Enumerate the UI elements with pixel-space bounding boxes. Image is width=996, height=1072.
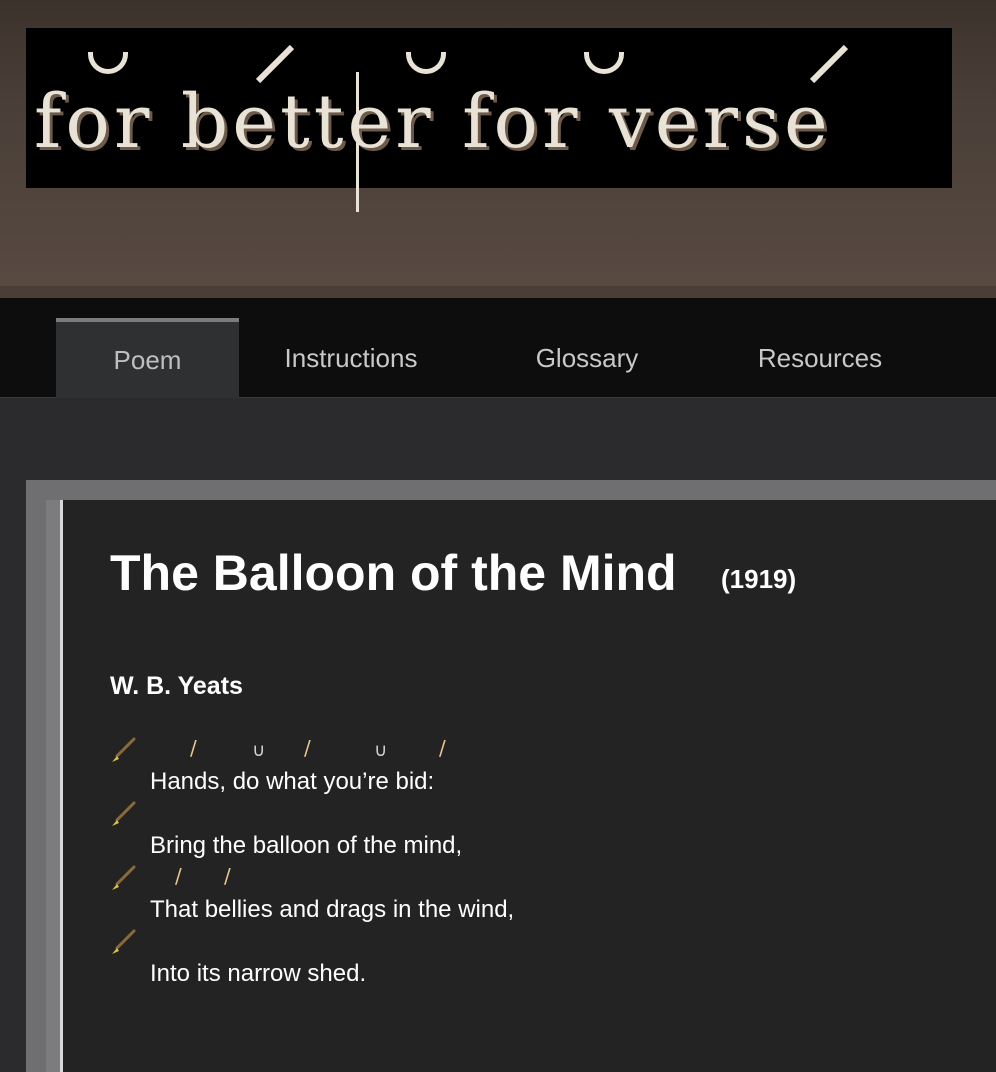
logo-breve-mark <box>88 52 128 74</box>
logo-caesura-mark <box>356 72 359 212</box>
stress-mark[interactable]: / <box>439 738 446 758</box>
logo-stress-mark <box>255 44 295 84</box>
stress-mark[interactable]: / <box>175 866 182 886</box>
logo-breve-mark <box>406 52 446 74</box>
stress-mark[interactable]: / <box>224 866 231 886</box>
stress-mark[interactable]: / <box>190 738 197 758</box>
poem-line[interactable]: Bring the balloon of the mind, <box>150 834 462 858</box>
poem-author: W. B. Yeats <box>110 672 243 700</box>
pen-icon[interactable] <box>108 736 138 766</box>
tab-resources[interactable]: Resources <box>730 318 910 398</box>
poem-title: The Balloon of the Mind <box>110 545 677 601</box>
tab-poem[interactable]: Poem <box>56 318 239 398</box>
unstressed-mark[interactable]: ∪ <box>374 742 387 760</box>
poem-line[interactable]: That bellies and drags in the wind, <box>150 898 514 922</box>
tab-instructions[interactable]: Instructions <box>256 318 446 398</box>
main-nav: Poem Instructions Glossary Resources <box>0 298 996 398</box>
pen-icon[interactable] <box>108 864 138 894</box>
site-header: for better for verse <box>0 0 996 298</box>
site-logo[interactable]: for better for verse <box>26 28 952 212</box>
pen-icon[interactable] <box>108 800 138 830</box>
tab-glossary[interactable]: Glossary <box>500 318 674 398</box>
poem-line[interactable]: Into its narrow shed. <box>150 962 366 986</box>
poem-year: (1919) <box>721 564 797 594</box>
logo-breve-mark <box>584 52 624 74</box>
logo-stress-mark <box>809 44 849 84</box>
unstressed-mark[interactable]: ∪ <box>252 742 265 760</box>
poem-line[interactable]: Hands, do what you’re bid: <box>150 770 434 794</box>
stress-mark[interactable]: / <box>304 738 311 758</box>
logo-text: for better for verse <box>34 79 832 165</box>
pen-icon[interactable] <box>108 928 138 958</box>
